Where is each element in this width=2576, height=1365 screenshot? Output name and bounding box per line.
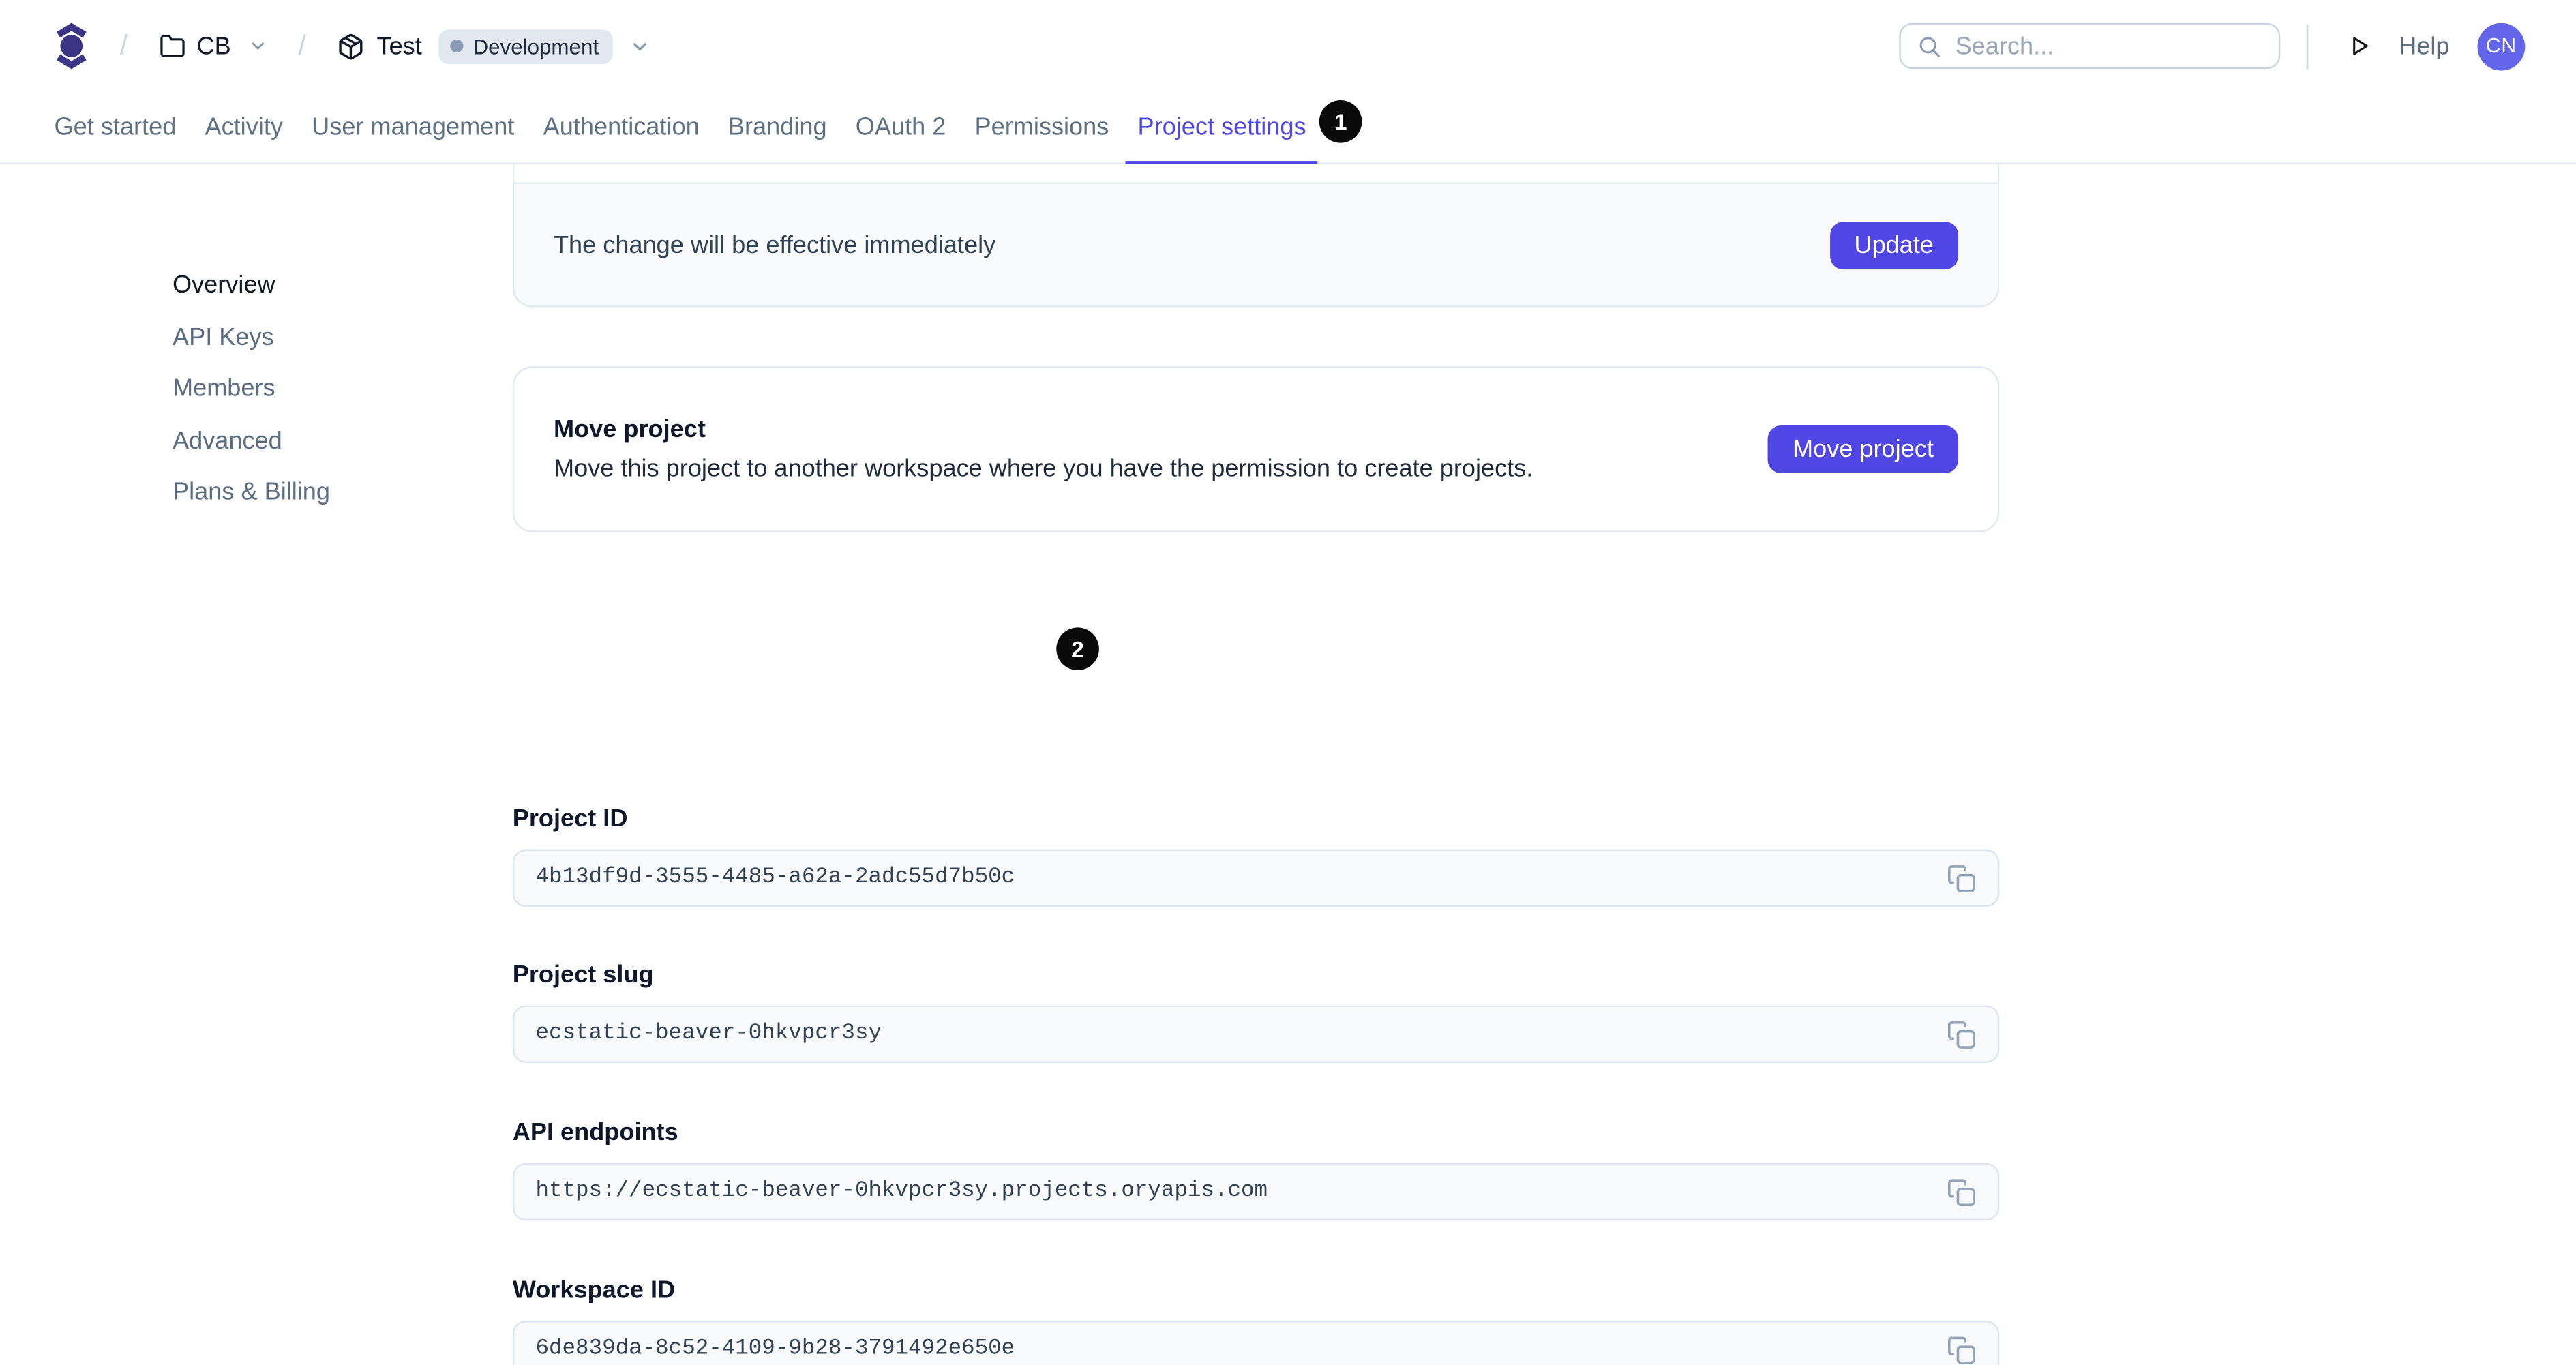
topbar: / CB / Test Development Search... Help C… [0,0,2576,92]
tab-authentication[interactable]: Authentication [543,91,700,164]
workspace-id-field: 6de839da-8c52-4109-9b28-3791492e650e [512,1321,2000,1365]
project-slug-field: ecstatic-beaver-0hkvpcr3sy [512,1005,2000,1063]
breadcrumb-separator: / [298,29,306,61]
package-icon [338,32,365,60]
update-card: The change will be effective immediately… [512,164,2000,308]
move-project-description: Move this project to another workspace w… [553,455,1533,483]
project-id-field: 4b13df9d-3555-4485-a62a-2adc55d7b50c [512,849,2000,907]
project-name: Test [376,31,422,60]
breadcrumb-workspace[interactable]: CB [159,32,267,60]
workspace-id-label: Workspace ID [512,1276,676,1305]
api-endpoints-field: https://ecstatic-beaver-0hkvpcr3sy.proje… [512,1162,2000,1221]
update-card-footer: The change will be effective immediately… [514,182,1998,306]
tab-permissions[interactable]: Permissions [975,91,1109,164]
project-nav-tabs: Get started Activity User management Aut… [0,91,2576,166]
move-project-card: Move project Move this project to anothe… [512,366,2000,532]
environment-dot-icon [449,39,464,53]
topbar-divider [2307,23,2309,68]
sidebar-item-plans-billing[interactable]: Plans & Billing [173,478,330,507]
workspace-name: CB [196,31,231,60]
app-window: / CB / Test Development Search... Help C… [0,0,2576,1365]
update-note: The change will be effective immediately [553,231,996,260]
search-input[interactable] [1955,31,2263,60]
search-icon [1917,33,1942,58]
copy-icon[interactable] [1941,1171,1983,1214]
copy-icon[interactable] [1941,1328,1983,1365]
chevron-down-icon [248,36,267,56]
search-box [1899,22,2281,70]
project-id-value: 4b13df9d-3555-4485-a62a-2adc55d7b50c [535,865,1015,890]
environment-badge: Development [438,29,614,63]
copy-icon[interactable] [1941,1012,1983,1055]
folder-icon [159,33,185,59]
sidebar-item-overview[interactable]: Overview [173,271,330,301]
tab-branding[interactable]: Branding [728,91,827,164]
sidebar-item-advanced[interactable]: Advanced [173,426,330,455]
api-endpoints-value: https://ecstatic-beaver-0hkvpcr3sy.proje… [535,1179,1268,1205]
project-slug-value: ecstatic-beaver-0hkvpcr3sy [535,1021,882,1047]
breadcrumb-project[interactable]: Test Development [338,29,652,63]
annotation-badge-2: 2 [1056,627,1099,671]
tab-get-started[interactable]: Get started [55,91,177,164]
api-endpoints-label: API endpoints [512,1118,678,1147]
topbar-actions: Help CN [1899,0,2526,92]
breadcrumb: / CB / Test Development [55,0,652,92]
workspace-id-value: 6de839da-8c52-4109-9b28-3791492e650e [535,1337,1015,1362]
project-id-group: Project ID 4b13df9d-3555-4485-a62a-2adc5… [512,805,2000,907]
tab-user-management[interactable]: User management [312,91,514,164]
annotation-badge-1: 1 [1319,99,1362,142]
breadcrumb-separator: / [119,29,128,61]
tab-activity[interactable]: Activity [205,91,282,164]
project-slug-group: Project slug ecstatic-beaver-0hkvpcr3sy [512,961,2000,1063]
workspace-id-group: Workspace ID 6de839da-8c52-4109-9b28-379… [512,1276,2000,1365]
play-icon[interactable] [2337,23,2382,69]
update-card-body-cut [514,164,1998,183]
move-project-title: Move project [553,415,706,444]
help-link[interactable]: Help [2399,32,2449,60]
project-id-label: Project ID [512,805,628,833]
copy-icon[interactable] [1941,857,1983,900]
avatar[interactable]: CN [2477,22,2526,70]
environment-label: Development [473,33,599,59]
settings-sidebar: Overview API Keys Members Advanced Plans… [173,271,330,508]
tab-project-settings[interactable]: Project settings 1 [1126,91,1362,166]
move-project-button[interactable]: Move project [1767,425,1959,473]
move-project-text: Move project Move this project to anothe… [554,416,1768,483]
sidebar-item-members[interactable]: Members [173,374,330,404]
sidebar-item-api-keys[interactable]: API Keys [173,322,330,352]
project-slug-label: Project slug [512,961,654,989]
chevron-down-icon [630,35,651,57]
tab-oauth2[interactable]: OAuth 2 [856,91,946,164]
ory-network-logo[interactable] [55,21,89,70]
update-button[interactable]: Update [1829,222,1959,270]
tab-project-settings-label: Project settings [1137,113,1306,142]
api-endpoints-group: API endpoints https://ecstatic-beaver-0h… [512,1118,2000,1221]
